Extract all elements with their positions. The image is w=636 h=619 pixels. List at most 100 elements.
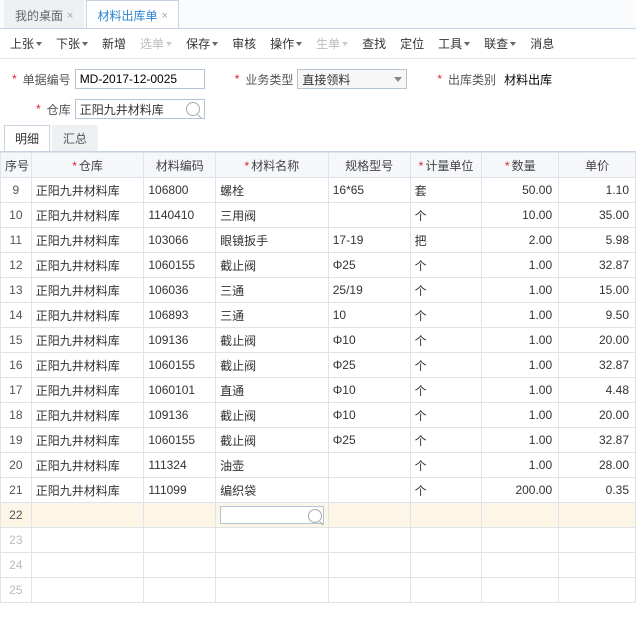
col-header[interactable]: 单价: [559, 153, 636, 178]
cell-name[interactable]: 编织袋: [216, 478, 329, 503]
cell-store[interactable]: 正阳九井材料库: [31, 378, 144, 403]
cell-empty[interactable]: [31, 528, 144, 553]
cell-code[interactable]: 109136: [144, 328, 216, 353]
cell-spec[interactable]: Φ25: [328, 353, 410, 378]
cell-empty[interactable]: [482, 553, 559, 578]
tab-material-issue[interactable]: 材料出库单 ×: [86, 0, 178, 28]
cell-empty[interactable]: [559, 503, 636, 528]
cell-empty[interactable]: [559, 578, 636, 603]
cell-store[interactable]: 正阳九井材料库: [31, 428, 144, 453]
cell-idx[interactable]: 20: [1, 453, 32, 478]
cell-idx[interactable]: 10: [1, 203, 32, 228]
cell-name[interactable]: 截止阀: [216, 328, 329, 353]
cell-code[interactable]: 103066: [144, 228, 216, 253]
cell-name[interactable]: 截止阀: [216, 428, 329, 453]
cell-store[interactable]: 正阳九井材料库: [31, 203, 144, 228]
cell-name[interactable]: 截止阀: [216, 253, 329, 278]
cell-name[interactable]: 三通: [216, 303, 329, 328]
cell-code[interactable]: 1060101: [144, 378, 216, 403]
cell-store[interactable]: 正阳九井材料库: [31, 278, 144, 303]
cell-uom[interactable]: 个: [410, 428, 482, 453]
cell-uom[interactable]: 个: [410, 353, 482, 378]
cell-qty[interactable]: 1.00: [482, 428, 559, 453]
cell-name-edit[interactable]: [216, 503, 329, 528]
col-header[interactable]: *仓库: [31, 153, 144, 178]
cell-empty[interactable]: [410, 578, 482, 603]
cell-empty[interactable]: [144, 553, 216, 578]
cell-spec[interactable]: Φ10: [328, 378, 410, 403]
cell-uom[interactable]: 个: [410, 378, 482, 403]
cell-store[interactable]: 正阳九井材料库: [31, 178, 144, 203]
toolbar-11[interactable]: 联查: [478, 33, 522, 54]
cell-qty[interactable]: 1.00: [482, 253, 559, 278]
cell-price[interactable]: 28.00: [559, 453, 636, 478]
cell-empty[interactable]: [559, 528, 636, 553]
cell-uom[interactable]: 个: [410, 453, 482, 478]
cell-idx[interactable]: 24: [1, 553, 32, 578]
cell-name[interactable]: 直通: [216, 378, 329, 403]
cell-price[interactable]: 20.00: [559, 403, 636, 428]
cell-spec[interactable]: Φ25: [328, 428, 410, 453]
cell-code[interactable]: 106800: [144, 178, 216, 203]
col-header[interactable]: *计量单位: [410, 153, 482, 178]
cell-idx[interactable]: 25: [1, 578, 32, 603]
cell-spec[interactable]: [328, 478, 410, 503]
search-icon[interactable]: [308, 509, 322, 523]
cell-empty[interactable]: [328, 503, 410, 528]
cell-store[interactable]: 正阳九井材料库: [31, 228, 144, 253]
cell-name[interactable]: 三用阀: [216, 203, 329, 228]
cell-spec[interactable]: 25/19: [328, 278, 410, 303]
col-header[interactable]: *材料名称: [216, 153, 329, 178]
toolbar-4[interactable]: 保存: [180, 33, 224, 54]
cell-qty[interactable]: 1.00: [482, 328, 559, 353]
cell-empty[interactable]: [410, 553, 482, 578]
cell-idx[interactable]: 14: [1, 303, 32, 328]
toolbar-0[interactable]: 上张: [4, 33, 48, 54]
cell-spec[interactable]: [328, 203, 410, 228]
cell-code[interactable]: 1060155: [144, 353, 216, 378]
cell-store[interactable]: 正阳九井材料库: [31, 253, 144, 278]
cell-spec[interactable]: 17-19: [328, 228, 410, 253]
cell-store[interactable]: 正阳九井材料库: [31, 403, 144, 428]
toolbar-10[interactable]: 工具: [432, 33, 476, 54]
sub-tab-summary[interactable]: 汇总: [52, 125, 98, 151]
cell-qty[interactable]: 200.00: [482, 478, 559, 503]
toolbar-1[interactable]: 下张: [50, 33, 94, 54]
col-header[interactable]: *数量: [482, 153, 559, 178]
cell-price[interactable]: 0.35: [559, 478, 636, 503]
cell-store[interactable]: 正阳九井材料库: [31, 478, 144, 503]
col-header[interactable]: 序号: [1, 153, 32, 178]
tab-desktop[interactable]: 我的桌面 ×: [4, 0, 84, 28]
cell-qty[interactable]: 2.00: [482, 228, 559, 253]
cell-name[interactable]: 螺栓: [216, 178, 329, 203]
cell-uom[interactable]: 个: [410, 303, 482, 328]
cell-idx[interactable]: 9: [1, 178, 32, 203]
cell-price[interactable]: 32.87: [559, 428, 636, 453]
cell-code[interactable]: 1060155: [144, 428, 216, 453]
cell-price[interactable]: 1.10: [559, 178, 636, 203]
cell-idx[interactable]: 12: [1, 253, 32, 278]
cell-empty[interactable]: [31, 553, 144, 578]
cell-uom[interactable]: 个: [410, 203, 482, 228]
cell-uom[interactable]: 个: [410, 278, 482, 303]
cell-empty[interactable]: [482, 503, 559, 528]
close-icon[interactable]: ×: [67, 10, 73, 22]
cell-uom[interactable]: 个: [410, 253, 482, 278]
cell-idx[interactable]: 15: [1, 328, 32, 353]
cell-idx[interactable]: 21: [1, 478, 32, 503]
cell-code[interactable]: 106893: [144, 303, 216, 328]
toolbar-8[interactable]: 查找: [356, 33, 392, 54]
cell-spec[interactable]: 10: [328, 303, 410, 328]
cell-empty[interactable]: [482, 528, 559, 553]
cell-spec[interactable]: Φ25: [328, 253, 410, 278]
cell-empty[interactable]: [216, 528, 329, 553]
cell-empty[interactable]: [144, 528, 216, 553]
cell-qty[interactable]: 1.00: [482, 453, 559, 478]
cell-name[interactable]: 截止阀: [216, 353, 329, 378]
cell-code[interactable]: 1140410: [144, 203, 216, 228]
toolbar-12[interactable]: 消息: [524, 33, 560, 54]
cell-store[interactable]: 正阳九井材料库: [31, 453, 144, 478]
cell-uom[interactable]: 个: [410, 328, 482, 353]
cell-idx[interactable]: 23: [1, 528, 32, 553]
toolbar-6[interactable]: 操作: [264, 33, 308, 54]
